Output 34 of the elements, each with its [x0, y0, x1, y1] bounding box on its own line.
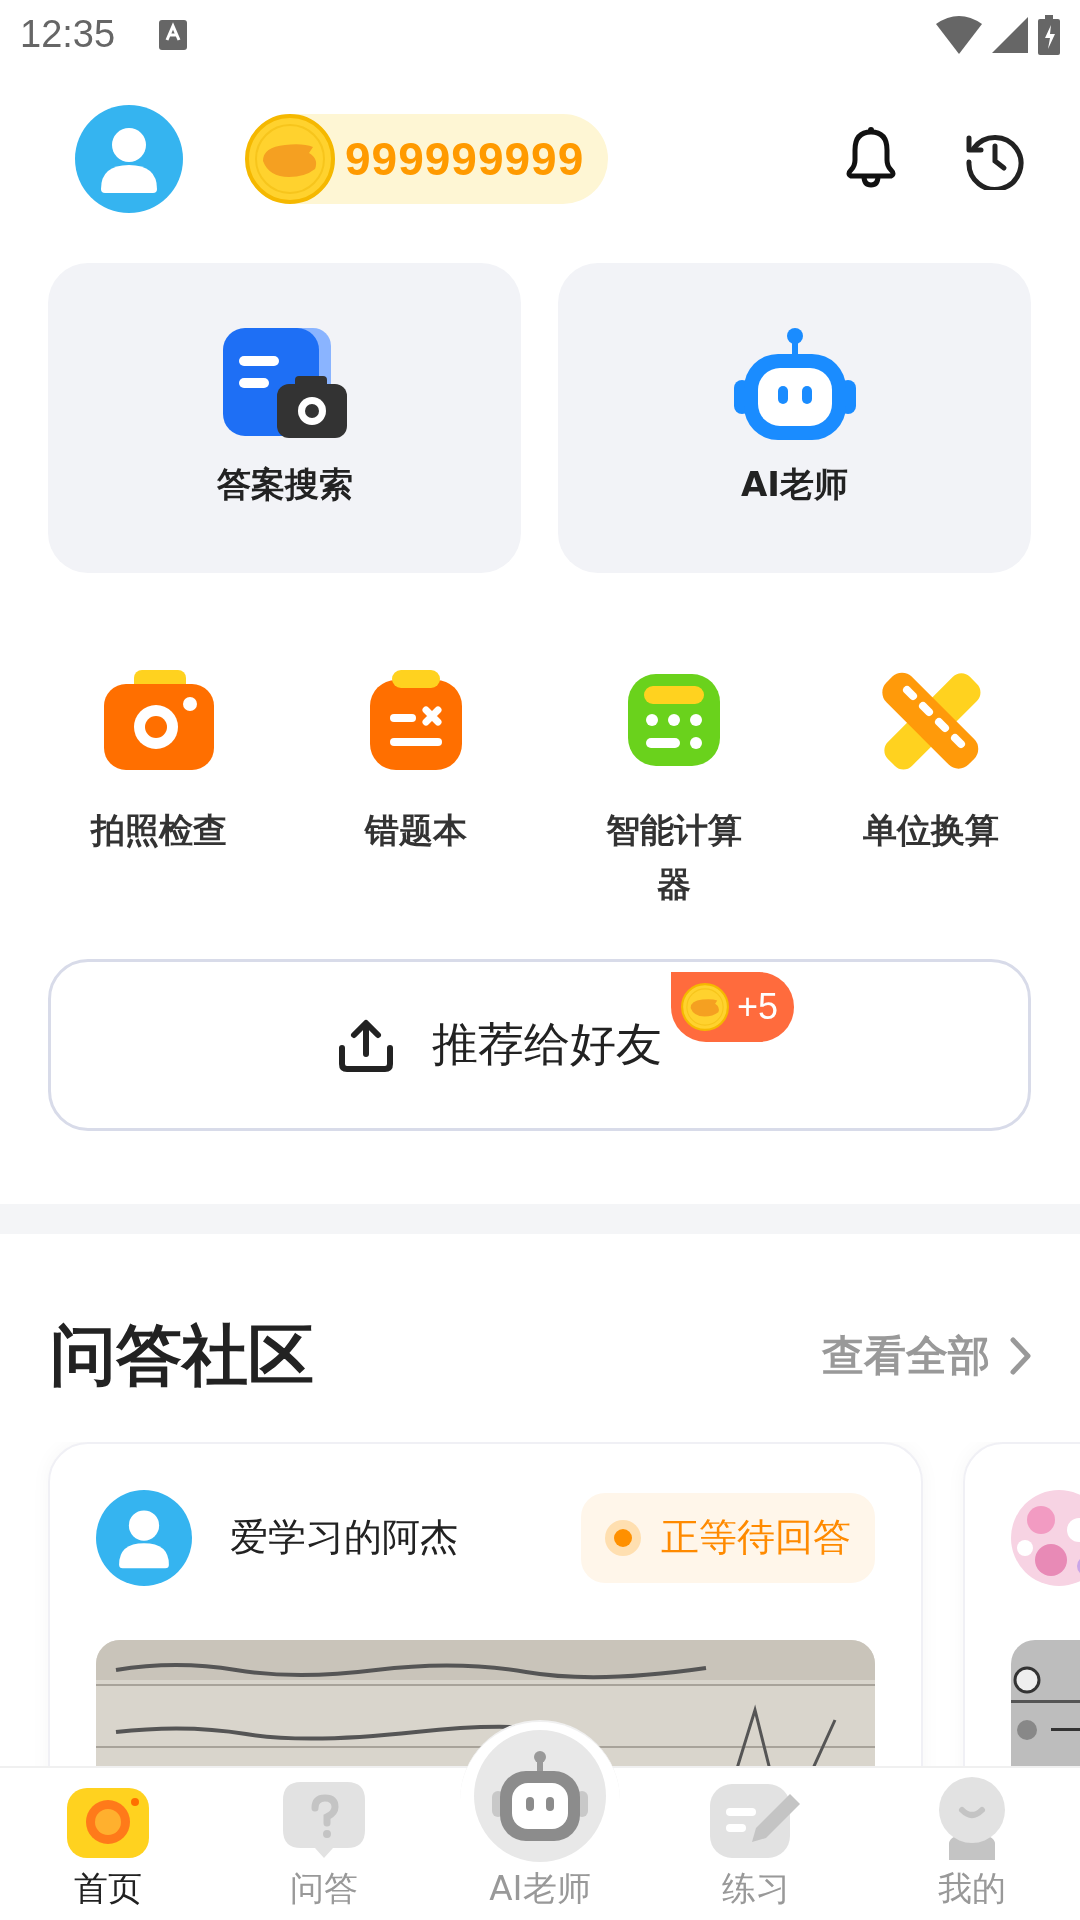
status-dot-icon: [605, 1519, 641, 1556]
battery-icon: [1038, 14, 1060, 55]
feature-tile[interactable]: 答案搜索: [48, 262, 521, 573]
camera-icon[interactable]: [103, 669, 214, 770]
wifi-icon: [936, 15, 982, 54]
document-camera-icon: [222, 327, 347, 440]
robot-icon: [733, 327, 856, 440]
status-time: 12:35: [20, 13, 116, 57]
tool-button[interactable]: 拍照检查: [30, 668, 288, 911]
tool-button[interactable]: 错题本: [287, 668, 545, 911]
tool-button[interactable]: 单位换算: [802, 668, 1060, 911]
avatar-icon[interactable]: [75, 104, 183, 213]
question-card[interactable]: 爱学习的阿杰 正等待回答: [48, 1441, 923, 1766]
feature-tile[interactable]: AI老师: [558, 262, 1031, 573]
coin-count: 999999999: [345, 131, 585, 186]
coin-icon: [245, 113, 335, 204]
section-title: 问答社区: [50, 1315, 314, 1396]
bonus-badge: +5: [671, 971, 795, 1042]
tool-button[interactable]: 智能计算器: [545, 668, 803, 911]
question-bubble-icon[interactable]: [281, 1780, 367, 1860]
keyboard-a-icon: [159, 19, 188, 50]
user-name: 爱学习的阿杰: [230, 1514, 458, 1562]
nav-tab[interactable]: 首页: [0, 1768, 216, 1920]
avatar-icon[interactable]: [96, 1489, 192, 1586]
calculator-icon[interactable]: [627, 673, 720, 766]
status-tag: 正等待回答: [581, 1492, 875, 1583]
robot-icon[interactable]: [492, 1751, 588, 1841]
chevron-right-icon: [1010, 1336, 1032, 1375]
signal-icon: [992, 16, 1028, 53]
notebook-icon[interactable]: [370, 669, 463, 770]
recommend-button[interactable]: 推荐给好友 +5: [48, 958, 1031, 1131]
upload-icon: [337, 1017, 394, 1072]
person-icon[interactable]: [937, 1776, 1007, 1860]
coin-icon: [681, 982, 729, 1031]
